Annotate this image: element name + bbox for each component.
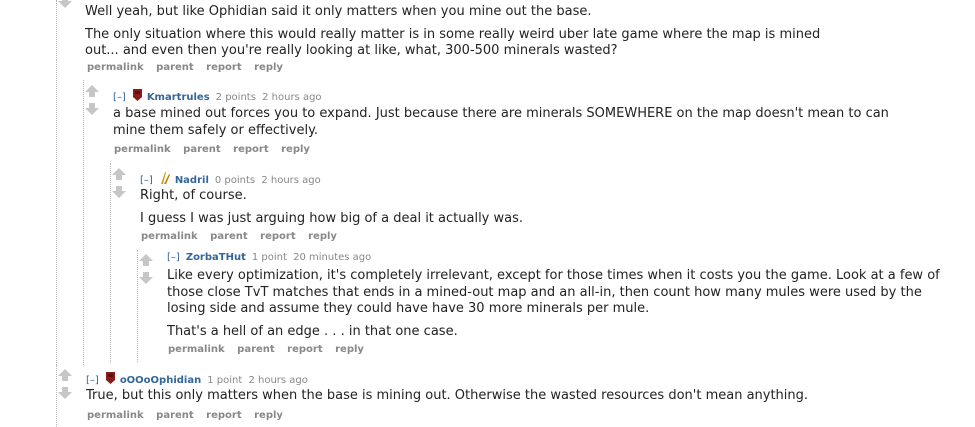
comment-time: 20 minutes ago [293, 252, 372, 263]
report-button[interactable]: report [287, 344, 322, 355]
comment-score: 0 points [214, 175, 256, 186]
downvote-icon[interactable] [139, 272, 153, 284]
comment-body: Like every optimization, it's completely… [167, 268, 947, 346]
collapse-toggle[interactable]: [–] [167, 252, 180, 263]
reply-button[interactable]: reply [254, 410, 283, 421]
upvote-icon[interactable] [85, 85, 99, 97]
permalink-button[interactable]: permalink [168, 344, 225, 355]
author-link[interactable]: Kmartrules [147, 92, 210, 103]
thread-line [83, 80, 84, 365]
upvote-icon[interactable] [112, 168, 126, 180]
upvote-icon[interactable] [58, 369, 72, 381]
collapse-toggle[interactable]: [–] [86, 375, 99, 386]
author-link[interactable]: Nadril [175, 175, 209, 186]
comment-tagline: [–] ZorbaTHut 1 point 20 minutes ago [167, 251, 371, 265]
author-link[interactable]: oOOoOphidian [120, 375, 201, 386]
thread-line [56, 60, 57, 365]
comment-body: True, but this only matters when the bas… [86, 388, 886, 411]
comment-body: a base mined out forces you to expand. J… [113, 106, 903, 145]
comment-paragraph: Right, of course. [140, 188, 247, 203]
comment-paragraph: True, but this only matters when the bas… [86, 388, 809, 403]
report-button[interactable]: report [206, 62, 241, 73]
downvote-icon[interactable] [112, 186, 126, 198]
permalink-button[interactable]: permalink [114, 144, 171, 155]
permalink-button[interactable]: permalink [141, 231, 198, 242]
report-button[interactable]: report [206, 410, 241, 421]
permalink-button[interactable]: permalink [87, 62, 144, 73]
comment-paragraph: That's a hell of an edge . . . in that o… [167, 323, 458, 339]
thread-line [137, 250, 138, 362]
downvote-icon[interactable] [58, 0, 72, 8]
upvote-icon[interactable] [139, 254, 153, 266]
comment-buttons: permalink parent report reply [87, 409, 292, 422]
comment-buttons: permalink parent report reply [87, 61, 292, 74]
comment-buttons: permalink parent report reply [168, 343, 373, 356]
parent-button[interactable]: parent [156, 62, 194, 73]
comment-paragraph: Like every optimization, it's completely… [167, 268, 940, 316]
collapse-toggle[interactable]: [–] [140, 175, 153, 186]
downvote-icon[interactable] [58, 387, 72, 399]
reply-button[interactable]: reply [254, 62, 283, 73]
parent-button[interactable]: parent [156, 410, 194, 421]
comment-paragraph: a base mined out forces you to expand. J… [113, 106, 889, 138]
comment-buttons: permalink parent report reply [114, 143, 319, 156]
comment-paragraph: The only situation where this would real… [85, 26, 821, 59]
comment-score: 1 point [207, 375, 243, 386]
comment-body: Right, of course. I guess I was just arg… [140, 188, 920, 233]
thread-line [110, 163, 111, 363]
collapse-toggle[interactable]: [–] [113, 92, 126, 103]
comment-time: 2 hours ago [261, 175, 321, 186]
report-button[interactable]: report [260, 231, 295, 242]
comment-buttons: permalink parent report reply [141, 230, 346, 243]
parent-button[interactable]: parent [210, 231, 248, 242]
author-link[interactable]: ZorbaTHut [186, 252, 246, 263]
parent-button[interactable]: parent [237, 344, 275, 355]
comment-time: 2 hours ago [262, 92, 322, 103]
reply-button[interactable]: reply [281, 144, 310, 155]
reply-button[interactable]: reply [335, 344, 364, 355]
report-button[interactable]: report [233, 144, 268, 155]
comment-score: 2 points [215, 92, 256, 103]
reply-button[interactable]: reply [308, 231, 337, 242]
thread-line [56, 365, 57, 427]
comment-tagline: [–] Kmartrules 2 points 2 hours ago [113, 88, 322, 107]
comment-score: 1 point [251, 252, 287, 263]
permalink-button[interactable]: permalink [87, 410, 144, 421]
terran-flair-icon [132, 88, 143, 107]
parent-button[interactable]: parent [183, 144, 221, 155]
downvote-icon[interactable] [85, 103, 99, 115]
comment-time: 2 hours ago [248, 375, 308, 386]
comment-body: Well yeah, but like Ophidian said it onl… [85, 4, 855, 66]
thread-line [56, 0, 57, 60]
comment-paragraph: Well yeah, but like Ophidian said it onl… [85, 4, 592, 19]
comment-paragraph: I guess I was just arguing how big of a … [140, 210, 524, 226]
